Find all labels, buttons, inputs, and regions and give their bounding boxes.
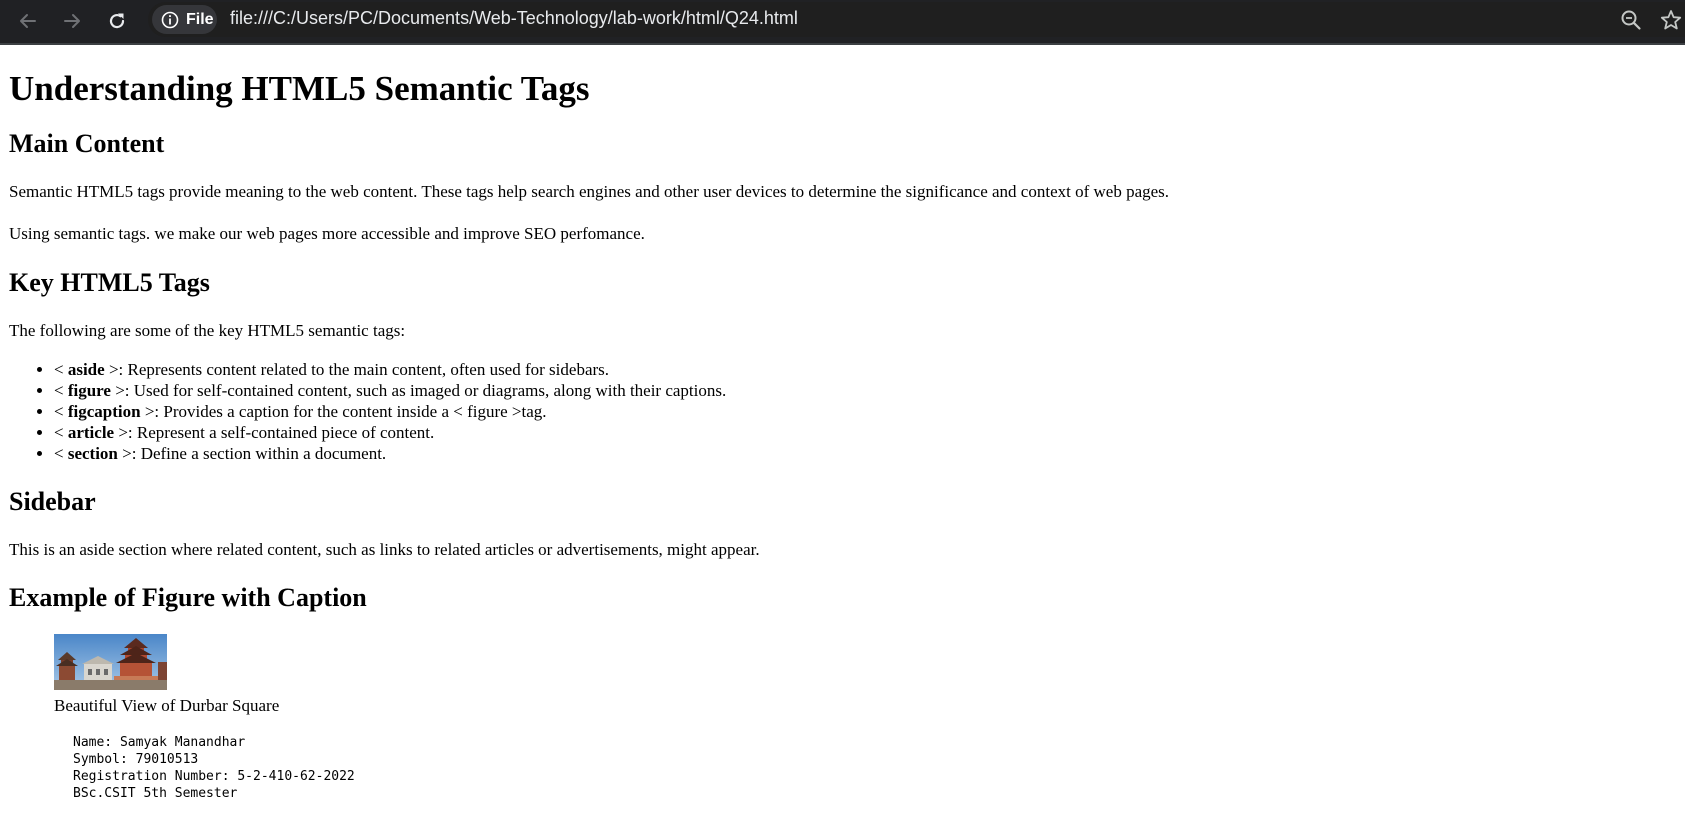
info-icon xyxy=(161,11,179,28)
reload-icon xyxy=(109,13,125,29)
zoom-icon xyxy=(1621,10,1641,30)
figure-heading: Example of Figure with Caption xyxy=(9,583,367,612)
tag-name: aside xyxy=(67,360,105,379)
site-info-chip[interactable]: File xyxy=(152,5,217,34)
main-content-heading: Main Content xyxy=(9,129,165,158)
durbar-square-image xyxy=(54,634,167,690)
main-paragraph-1: Semantic HTML5 tags provide meaning to t… xyxy=(9,182,1170,201)
main-paragraph-2: Using semantic tags. we make our web pag… xyxy=(9,224,645,243)
list-item: < figcaption >: Provides a caption for t… xyxy=(54,401,1685,422)
url-text[interactable]: file:///C:/Users/PC/Documents/Web-Techno… xyxy=(230,8,798,29)
tag-name: section xyxy=(67,444,118,463)
list-item: < article >: Represent a self-contained … xyxy=(54,422,1685,443)
bookmark-button[interactable] xyxy=(1656,5,1685,35)
zoom-button[interactable] xyxy=(1616,5,1646,35)
student-name: Name: Samyak Manandhar xyxy=(73,735,246,750)
back-arrow-icon xyxy=(20,14,36,28)
list-item: < figure >: Used for self-contained cont… xyxy=(54,380,1685,401)
key-tags-intro: The following are some of the key HTML5 … xyxy=(9,321,406,340)
list-item: < aside >: Represents content related to… xyxy=(54,359,1685,380)
tag-name: figcaption xyxy=(67,402,141,421)
figure-caption: Beautiful View of Durbar Square xyxy=(54,696,280,715)
list-item: < section >: Define a section within a d… xyxy=(54,443,1685,464)
tag-name: figure xyxy=(67,381,111,400)
student-symbol: Symbol: 79010513 xyxy=(73,752,199,767)
key-tags-list: < aside >: Represents content related to… xyxy=(9,359,1685,464)
figure: Beautiful View of Durbar Square xyxy=(54,634,1685,716)
back-button[interactable] xyxy=(10,4,46,38)
key-tags-heading: Key HTML5 Tags xyxy=(9,268,210,297)
sidebar-heading: Sidebar xyxy=(9,487,96,516)
reload-button[interactable] xyxy=(99,4,135,38)
sidebar-text: This is an aside section where related c… xyxy=(9,540,760,559)
program: BSc.CSIT 5th Semester xyxy=(73,786,238,801)
tag-name: article xyxy=(67,423,115,442)
student-info: Name: Samyak Manandhar Symbol: 79010513 … xyxy=(73,734,1685,802)
page-content: Understanding HTML5 Semantic Tags Main C… xyxy=(0,45,1685,814)
address-bar[interactable]: File file:///C:/Users/PC/Documents/Web-T… xyxy=(148,2,1685,37)
forward-arrow-icon xyxy=(64,14,80,28)
star-icon xyxy=(1660,10,1682,30)
registration-number: Registration Number: 5-2-410-62-2022 xyxy=(73,769,355,784)
forward-button[interactable] xyxy=(54,4,90,38)
page-title: Understanding HTML5 Semantic Tags xyxy=(9,69,590,108)
chip-label: File xyxy=(186,10,214,28)
browser-toolbar: File file:///C:/Users/PC/Documents/Web-T… xyxy=(0,0,1685,45)
